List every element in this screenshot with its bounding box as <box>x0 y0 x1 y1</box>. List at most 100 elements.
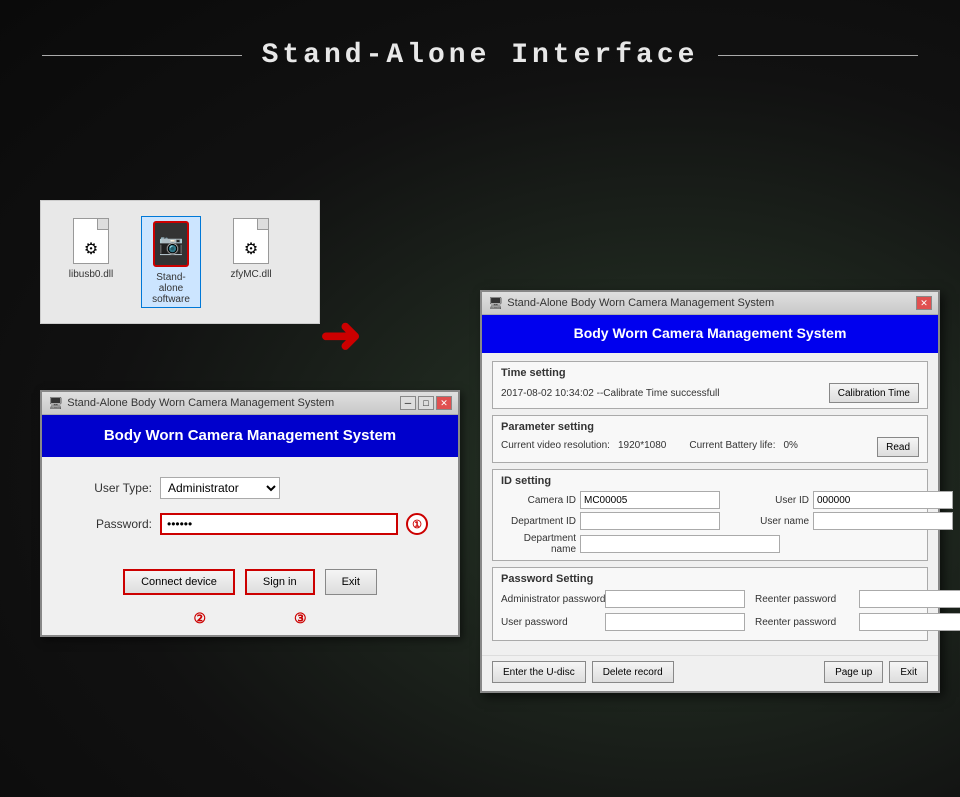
user-name-label: User name <box>734 516 809 527</box>
main-header-text: Body Worn Camera Management System <box>574 325 847 341</box>
user-pw-label: User password <box>501 617 601 628</box>
camera-id-input[interactable] <box>580 491 720 509</box>
user-pw-input[interactable] <box>605 613 745 631</box>
user-type-label: User Type: <box>72 481 152 495</box>
button-labels: ② ③ <box>42 610 458 635</box>
time-setting-section: Time setting 2017-08-02 10:34:02 --Calib… <box>492 361 928 409</box>
password-label: Password: <box>72 517 152 531</box>
file-icon-libusb[interactable]: ⚙ libusb0.dll <box>61 216 121 280</box>
password-input[interactable] <box>160 513 398 535</box>
camera-id-label: Camera ID <box>501 495 576 506</box>
page-up-button[interactable]: Page up <box>824 661 883 683</box>
dll-file-doc-2: ⚙ <box>233 218 269 264</box>
login-window: 🖥 Stand-Alone Body Worn Camera Managemen… <box>40 390 460 637</box>
gear-icon-2: ⚙ <box>244 239 258 259</box>
camera-id-row: Camera ID User ID <box>501 491 953 509</box>
login-footer: Connect device Sign in Exit <box>42 564 458 610</box>
password-grid: Administrator password Reenter password … <box>501 589 919 632</box>
file-label-zfymc: zfyMC.dll <box>230 269 271 280</box>
reenter-pw-input[interactable] <box>859 590 960 608</box>
dept-id-input[interactable] <box>580 512 720 530</box>
password-setting-section: Password Setting Administrator password … <box>492 567 928 641</box>
parameter-inner: Current video resolution: 1920*1080 Curr… <box>501 437 919 457</box>
login-win-controls: ─ □ ✕ <box>400 396 452 410</box>
login-header-text: Body Worn Camera Management System <box>104 427 396 444</box>
maximize-button[interactable]: □ <box>418 396 434 410</box>
dll-file-doc-1: ⚙ <box>73 218 109 264</box>
exit-button[interactable]: Exit <box>325 569 377 595</box>
file-label-standalone: Stand-alonesoftware <box>152 272 190 305</box>
user-reenter-row: Reenter password setting <box>755 612 960 632</box>
header-line-right <box>718 55 918 56</box>
main-win-controls: ✕ <box>916 296 932 310</box>
dept-name-row: Department name <box>501 533 953 555</box>
time-setting-title: Time setting <box>501 367 919 379</box>
user-name-input[interactable] <box>813 512 953 530</box>
main-footer: Enter the U-disc Delete record Page up E… <box>482 655 938 691</box>
user-id-input[interactable] <box>813 491 953 509</box>
page-title: Stand-Alone Interface <box>262 40 699 71</box>
parameter-setting-title: Parameter setting <box>501 421 919 433</box>
dept-name-input[interactable] <box>580 535 780 553</box>
user-type-select[interactable]: Administrator <box>160 477 280 499</box>
minimize-button[interactable]: ─ <box>400 396 416 410</box>
main-close-button[interactable]: ✕ <box>916 296 932 310</box>
resolution-value: 1920*1080 <box>618 440 666 451</box>
main-exit-button[interactable]: Exit <box>889 661 928 683</box>
main-title: 🖥 Stand-Alone Body Worn Camera Managemen… <box>488 296 774 310</box>
dept-id-label: Department ID <box>501 516 576 527</box>
reenter-pw-row: Reenter password setting <box>755 589 960 609</box>
close-button[interactable]: ✕ <box>436 396 452 410</box>
label-circle-3: ③ <box>294 610 307 627</box>
login-title: 🖥 Stand-Alone Body Worn Camera Managemen… <box>48 396 334 410</box>
admin-pw-input[interactable] <box>605 590 745 608</box>
password-setting-title: Password Setting <box>501 573 919 585</box>
login-body: User Type: Administrator Password: ① <box>42 457 458 564</box>
id-setting-section: ID setting Camera ID User ID Department … <box>492 469 928 561</box>
battery-value: 0% <box>784 440 798 451</box>
parameter-setting-section: Parameter setting Current video resoluti… <box>492 415 928 463</box>
main-body: Time setting 2017-08-02 10:34:02 --Calib… <box>482 353 938 655</box>
connect-device-button[interactable]: Connect device <box>123 569 235 595</box>
id-fields: Camera ID User ID Department ID User nam… <box>501 491 953 555</box>
label-circle-1: ① <box>406 513 428 535</box>
main-titlebar: 🖥 Stand-Alone Body Worn Camera Managemen… <box>482 292 938 315</box>
label-circle-2: ② <box>193 610 206 627</box>
file-icon-standalone[interactable]: 📷 Stand-alonesoftware <box>141 216 201 308</box>
password-row: Password: ① <box>72 513 428 535</box>
password-input-group: ① <box>160 513 428 535</box>
admin-pw-label: Administrator password <box>501 594 601 605</box>
calibration-time-button[interactable]: Calibration Time <box>829 383 919 403</box>
main-window: 🖥 Stand-Alone Body Worn Camera Managemen… <box>480 290 940 693</box>
dept-name-label: Department name <box>501 533 576 555</box>
user-type-row: User Type: Administrator <box>72 477 428 499</box>
battery-label: Current Battery life: <box>689 440 775 451</box>
reenter-pw-label: Reenter password <box>755 594 855 605</box>
param-row: Current video resolution: 1920*1080 Curr… <box>501 440 798 451</box>
file-label-libusb: libusb0.dll <box>69 269 113 280</box>
file-icon-zfymc[interactable]: ⚙ zfyMC.dll <box>221 216 281 280</box>
admin-pw-row: Administrator password <box>501 589 745 609</box>
enter-udisc-button[interactable]: Enter the U-disc <box>492 661 586 683</box>
camera-icon: 📷 <box>153 221 189 267</box>
id-setting-inner: Camera ID User ID Department ID User nam… <box>501 491 919 555</box>
main-header: Body Worn Camera Management System <box>482 315 938 353</box>
delete-record-button[interactable]: Delete record <box>592 661 674 683</box>
sign-in-button[interactable]: Sign in <box>245 569 315 595</box>
dept-id-row: Department ID User name <box>501 512 953 530</box>
resolution-label: Current video resolution: <box>501 440 610 451</box>
time-row: 2017-08-02 10:34:02 --Calibrate Time suc… <box>501 383 919 403</box>
section-header: Stand-Alone Interface <box>0 40 960 71</box>
user-pw-row: User password <box>501 612 745 632</box>
header-line-left <box>42 55 242 56</box>
arrow-icon: ➜ <box>320 310 362 360</box>
user-reenter-label: Reenter password <box>755 617 855 628</box>
id-setting-title: ID setting <box>501 475 919 487</box>
user-reenter-input[interactable] <box>859 613 960 631</box>
login-titlebar: 🖥 Stand-Alone Body Worn Camera Managemen… <box>42 392 458 415</box>
login-header: Body Worn Camera Management System <box>42 415 458 457</box>
file-icons-panel: ⚙ libusb0.dll 📷 Stand-alonesoftware ⚙ zf… <box>40 200 320 324</box>
read-parameter-button[interactable]: Read <box>877 437 919 457</box>
time-value: 2017-08-02 10:34:02 --Calibrate Time suc… <box>501 388 719 399</box>
user-id-label: User ID <box>734 495 809 506</box>
